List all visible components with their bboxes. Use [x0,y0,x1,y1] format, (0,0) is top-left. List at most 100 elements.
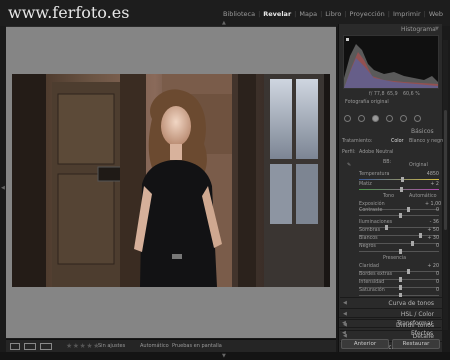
shadows-label: Sombras [359,228,381,233]
module-biblioteca[interactable]: Biblioteca [220,10,258,18]
contrast-slider[interactable] [359,213,439,218]
portrait-photo [12,74,330,287]
histogram-readout-2: 65,9 [387,92,398,97]
loupe-view-icon[interactable] [10,343,20,350]
filmstrip-toggle-icon[interactable]: ▼ [222,353,226,359]
saturation-value[interactable]: 0 [425,288,439,293]
photo-canvas[interactable] [6,26,336,338]
adjustment-brush-icon[interactable] [414,115,421,122]
temperature-value[interactable]: 4850 [425,172,439,177]
histogram-graph [344,38,438,88]
highlights-value[interactable]: - 36 [425,220,439,225]
module-web[interactable]: Web [426,10,446,18]
module-proyeccion[interactable]: Proyección [347,10,388,18]
profile-label: Perfil: [342,150,356,155]
dehaze-label: Bordes extras [359,272,393,277]
blacks-label: Negros [359,244,376,249]
whites-label: Blancos [359,236,378,241]
slider-knob[interactable] [399,213,402,218]
soft-proofing-checkbox[interactable]: Pruebas en pantalla [172,343,222,349]
scrollbar-thumb[interactable] [444,110,447,230]
toolbar: ★★★★★ Sin ajustes Automático Pruebas en … [6,339,336,352]
crop-tool-icon[interactable] [344,115,351,122]
original-photo-checkbox[interactable]: Fotografía original [345,100,389,105]
radial-filter-icon[interactable] [400,115,407,122]
expand-arrow-icon: ◀ [342,330,346,336]
left-panel-toggle-icon[interactable]: ◀ [1,185,5,191]
treatment-label: Tratamiento: [342,139,373,144]
treatment-bw-option[interactable]: Blanco y negro [409,139,445,144]
contrast-value[interactable]: 0 [425,208,439,213]
photo-image[interactable] [12,74,330,287]
eyedropper-icon[interactable]: ✎ [347,163,351,168]
slider-knob[interactable] [399,277,402,282]
expand-arrow-icon: ◀ [343,300,347,306]
vibrance-value[interactable]: 0 [425,280,439,285]
reset-button[interactable]: Restaurar [392,339,440,349]
tint-slider[interactable] [359,187,439,192]
module-libro[interactable]: Libro [322,10,344,18]
clarity-label: Claridad [359,264,379,269]
slider-knob[interactable] [400,187,403,192]
saturation-slider[interactable] [359,293,439,298]
tone-auto-button[interactable]: Automático [409,194,437,199]
slider-knob[interactable] [399,285,402,290]
tint-value[interactable]: + 2 [425,182,439,187]
slider-knob[interactable] [411,241,414,246]
wb-label: BB: [383,160,392,165]
exposure-value[interactable]: + 1,00 [425,202,441,207]
slider-knob[interactable] [385,225,388,230]
panel-scrollbar[interactable] [443,40,448,330]
histogram-readout-1: f/ 77,8 [369,92,385,97]
temperature-label: Temperatura [359,172,390,177]
wb-dropdown[interactable]: Original [409,163,428,168]
bottom-strip: ▼ [0,352,450,360]
dehaze-value[interactable]: 0 [425,272,439,277]
module-mapa[interactable]: Mapa [296,10,320,18]
histogram-chart [343,35,439,89]
saturation-label: Saturación [359,288,385,293]
basic-section-title[interactable]: Básicos [411,128,434,135]
module-imprimir[interactable]: Imprimir [390,10,424,18]
tone-label: Tono [383,194,395,199]
profile-dropdown[interactable]: Adobe Neutral [359,150,393,155]
exposure-label: Exposición [359,202,385,207]
clarity-value[interactable]: + 20 [425,264,439,269]
slider-knob[interactable] [407,207,410,212]
treatment-color-option[interactable]: Color [391,139,404,144]
site-logo: www.ferfoto.es [8,3,130,22]
auto-mode-label: Automático [140,343,169,349]
compare-view-icon[interactable] [40,343,52,350]
contrast-label: Contraste [359,208,383,213]
graduated-filter-icon[interactable] [386,115,393,122]
module-revelar[interactable]: Revelar [260,10,294,18]
blacks-value[interactable]: 0 [425,244,439,249]
section-tone-curve[interactable]: ◀ Curva de tonos [340,297,442,308]
spot-removal-icon[interactable] [358,115,365,122]
section-effects[interactable]: ◀ Efectos [339,327,441,338]
before-after-icon[interactable] [24,343,36,350]
slider-knob[interactable] [407,269,410,274]
histogram-collapse-icon[interactable]: ▼ [435,26,439,32]
presence-label: Presencia [383,256,407,261]
section-label: Efectos [410,330,433,337]
slider-knob[interactable] [401,177,404,182]
section-label: Curva de tonos [388,300,434,307]
temperature-slider[interactable] [359,177,439,182]
view-mode-label: Sin ajustes [98,343,126,349]
module-picker: Biblioteca | Revelar | Mapa | Libro | Pr… [220,10,446,18]
whites-value[interactable]: + 30 [425,236,439,241]
vibrance-label: Intensidad [359,280,385,285]
blacks-slider[interactable] [359,249,439,254]
tint-label: Matiz [359,182,372,187]
slider-knob[interactable] [399,249,402,254]
histogram-readout-3: 60,6 % [403,92,420,97]
shadows-value[interactable]: + 50 [425,228,439,233]
tool-strip [342,114,440,124]
slider-knob[interactable] [419,233,422,238]
redeye-icon[interactable] [372,115,379,122]
expand-arrow-icon: ◀ [342,320,346,326]
rating-stars[interactable]: ★★★★★ [66,342,100,350]
section-label: Transformar [397,320,433,327]
previous-button[interactable]: Anterior [341,339,389,349]
